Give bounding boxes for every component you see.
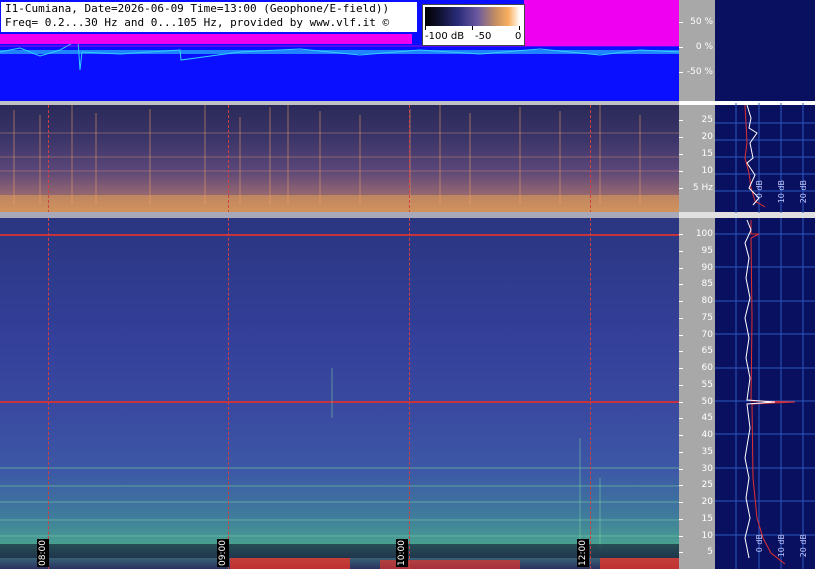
- hour-marker-line: [228, 218, 229, 569]
- time-label: 09:00: [217, 539, 229, 567]
- highfreq-profile: [715, 218, 815, 569]
- colorbar-tick: [519, 26, 520, 30]
- highfreq-spectrogram-texture: [0, 234, 679, 569]
- colorbar-label-max: 0: [515, 31, 522, 42]
- lowfreq-axis-label: 20: [701, 132, 713, 142]
- axis-tick: [679, 301, 683, 302]
- axis-tick: [679, 435, 683, 436]
- highfreq-axis-label: 80: [701, 296, 713, 306]
- axis-tick: [679, 137, 683, 138]
- lowfreq-axis-label: 5 Hz: [692, 183, 713, 193]
- waveform-burst: [524, 0, 679, 46]
- axis-tick: [679, 72, 683, 73]
- axis-tick: [679, 334, 683, 336]
- lowfreq-spectrogram-texture: [0, 105, 679, 213]
- axis-tick: [679, 502, 683, 503]
- axis-tick: [679, 451, 683, 453]
- colorbar-gradient: [425, 7, 520, 26]
- axis-tick: [679, 468, 683, 470]
- lowfreq-axis-label: 25: [701, 115, 713, 125]
- header-info: I1-Cumiana, Date=2026-06-09 Time=13:00 (…: [1, 2, 417, 32]
- hour-marker-line: [48, 218, 49, 569]
- axis-tick: [679, 368, 683, 369]
- colorbar-label-mid: -50: [475, 31, 492, 42]
- time-label: 10:00: [396, 539, 408, 567]
- time-label: 12:00: [577, 539, 589, 567]
- axis-tick: [679, 317, 683, 319]
- highfreq-axis-label: 15: [701, 513, 713, 524]
- colorbar-tick: [425, 26, 426, 30]
- profile-scale-label-bottom: 0 dB: [755, 534, 764, 553]
- profile-scale-label-top: 0 dB: [755, 180, 764, 199]
- axis-tick: [679, 535, 683, 537]
- axis-tick: [679, 284, 683, 286]
- colorbar-legend: -100 dB -50 0: [422, 4, 525, 46]
- lowfreq-axis-label: 10: [701, 166, 713, 176]
- highfreq-axis-label: 100: [695, 229, 713, 239]
- axis-tick: [679, 384, 683, 386]
- highfreq-axis-label: 65: [701, 346, 713, 357]
- waveform-axis-label: -50 %: [686, 67, 713, 77]
- waveform-axis-label: 0 %: [695, 42, 713, 52]
- lowfreq-spectrogram: [0, 105, 679, 213]
- axis-tick: [679, 250, 683, 252]
- colorbar-tick: [472, 26, 473, 30]
- header-line-2: Freq= 0.2...30 Hz and 0...105 Hz, provid…: [5, 16, 390, 29]
- highfreq-axis-label: 55: [701, 379, 713, 390]
- highfreq-axis-label: 95: [701, 245, 713, 256]
- axis-tick: [679, 234, 683, 235]
- highfreq-axis-label: 85: [701, 279, 713, 290]
- highfreq-axis-label: 45: [701, 413, 713, 424]
- time-label: 08:00: [37, 539, 49, 567]
- hour-marker-line: [228, 105, 229, 213]
- profile-scale-label-bottom: 10 dB: [777, 534, 786, 558]
- highfreq-axis-label: 35: [701, 446, 713, 457]
- waveform-axis-label: 50 %: [690, 17, 713, 27]
- profile-scale-label-top: 20 dB: [799, 180, 808, 204]
- highfreq-axis-label: 5: [707, 547, 713, 558]
- axis-separator: [679, 101, 715, 105]
- lowfreq-axis-label: 15: [701, 149, 713, 159]
- axis-tick: [679, 22, 683, 23]
- highfreq-axis-label: 90: [701, 262, 713, 273]
- hour-marker-line: [409, 218, 410, 569]
- axis-tick: [679, 552, 683, 554]
- highfreq-axis-label: 40: [701, 430, 713, 440]
- axis-tick: [679, 401, 683, 403]
- colorbar-label-min: -100 dB: [425, 31, 465, 42]
- axis-tick: [679, 267, 683, 269]
- hour-marker-line: [590, 218, 591, 569]
- axis-tick: [679, 47, 683, 48]
- highfreq-axis-label: 30: [701, 463, 713, 474]
- highfreq-profile-plot: [715, 218, 815, 569]
- highfreq-axis-label: 25: [701, 480, 713, 491]
- axis-panel: 50 % 0 % -50 % 25 20 15 10 5 Hz 100 95 90 85 80 7…: [679, 0, 715, 569]
- highfreq-axis-label: 10: [701, 530, 713, 541]
- axis-tick: [679, 171, 683, 172]
- hour-marker-line: [409, 105, 410, 213]
- highfreq-axis-label: 75: [701, 312, 713, 323]
- hour-marker-line: [48, 105, 49, 213]
- highfreq-axis-label: 50: [701, 396, 713, 407]
- axis-tick: [679, 154, 683, 155]
- profile-scale-label-top: 10 dB: [777, 180, 786, 204]
- profile-scale-label-bottom: 20 dB: [799, 534, 808, 558]
- axis-tick: [679, 120, 683, 121]
- highfreq-axis-label: 20: [701, 497, 713, 507]
- highfreq-axis-label: 60: [701, 363, 713, 373]
- axis-tick: [679, 418, 683, 420]
- highfreq-spectrogram: [0, 218, 679, 569]
- axis-tick: [679, 188, 683, 189]
- axis-tick: [679, 351, 683, 353]
- hour-marker-line: [590, 105, 591, 213]
- waveform-envelope: [0, 34, 412, 44]
- axis-tick: [679, 485, 683, 487]
- highfreq-axis-label: 70: [701, 329, 713, 340]
- header-line-1: I1-Cumiana, Date=2026-06-09 Time=13:00 (…: [5, 2, 390, 15]
- axis-separator: [679, 212, 715, 218]
- axis-tick: [679, 518, 683, 520]
